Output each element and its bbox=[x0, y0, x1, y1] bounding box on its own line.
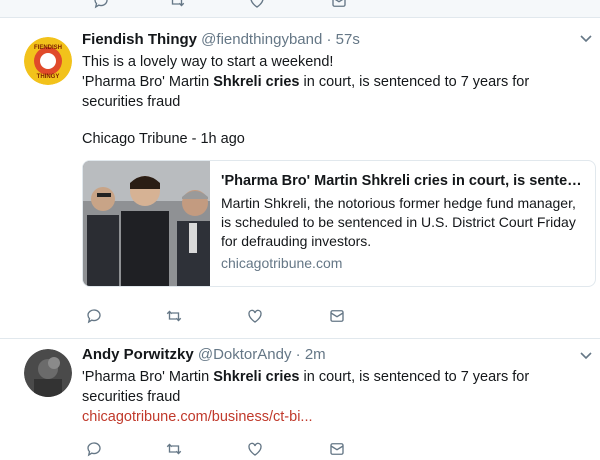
like-icon[interactable] bbox=[248, 0, 266, 10]
card-domain[interactable]: chicagotribune.com bbox=[221, 255, 587, 271]
reply-icon[interactable] bbox=[85, 440, 103, 458]
dm-icon[interactable] bbox=[328, 307, 346, 325]
card-description: Martin Shkreli, the notorious former hed… bbox=[221, 195, 576, 249]
retweet-icon[interactable] bbox=[165, 440, 183, 458]
body-pre: 'Pharma Bro' Martin bbox=[82, 369, 214, 385]
timestamp[interactable]: 2m bbox=[305, 346, 326, 363]
tweet-text: 'Pharma Bro' Martin Shkreli cries in cou… bbox=[82, 367, 582, 427]
card-body: 'Pharma Bro' Martin Shkreli cries in cou… bbox=[221, 173, 587, 271]
body-pre: 'Pharma Bro' Martin bbox=[82, 74, 214, 90]
tweet[interactable]: Andy Porwitzky @DoktorAndy · 2m 'Pharma … bbox=[0, 340, 600, 460]
body-highlight: Shkreli cries bbox=[213, 369, 300, 385]
timestamp[interactable]: 57s bbox=[336, 31, 360, 48]
card-title[interactable]: 'Pharma Bro' Martin Shkreli cries in cou… bbox=[221, 173, 587, 189]
dm-icon[interactable] bbox=[330, 0, 348, 10]
like-icon[interactable] bbox=[246, 440, 264, 458]
username[interactable]: @fiendthingyband bbox=[201, 31, 322, 48]
tweet-actions bbox=[82, 307, 382, 327]
like-icon[interactable] bbox=[246, 307, 264, 325]
previous-tweet-strip bbox=[0, 0, 600, 18]
caret-down-icon[interactable] bbox=[580, 35, 592, 43]
display-name[interactable]: Andy Porwitzky bbox=[82, 346, 194, 363]
dm-icon[interactable] bbox=[328, 440, 346, 458]
avatar-logo-text-bottom: THINGY bbox=[37, 74, 60, 80]
retweet-icon[interactable] bbox=[168, 0, 186, 10]
card-image bbox=[83, 161, 210, 286]
avatar-logo-text-top: FIENDISH bbox=[34, 45, 62, 51]
tweet[interactable]: FIENDISH THINGY Fiendish Thingy @fiendth… bbox=[0, 19, 600, 339]
separator-dot: · bbox=[295, 346, 301, 363]
tweet-text: This is a lovely way to start a weekend!… bbox=[82, 52, 582, 112]
tweet-header: Fiendish Thingy @fiendthingyband · 57s bbox=[82, 31, 360, 48]
reply-icon[interactable] bbox=[85, 307, 103, 325]
display-name[interactable]: Fiendish Thingy bbox=[82, 31, 197, 48]
link-card[interactable]: 'Pharma Bro' Martin Shkreli cries in cou… bbox=[82, 160, 596, 287]
tweet-link[interactable]: chicagotribune.com/business/ct-bi... bbox=[82, 407, 582, 427]
tweet-header: Andy Porwitzky @DoktorAndy · 2m bbox=[82, 346, 326, 363]
tweet-intro: This is a lovely way to start a weekend! bbox=[82, 54, 334, 70]
body-highlight: Shkreli cries bbox=[213, 74, 300, 90]
tweet-body: 'Pharma Bro' Martin Shkreli cries in cou… bbox=[82, 367, 582, 407]
avatar[interactable]: FIENDISH THINGY bbox=[24, 37, 72, 85]
tweet-actions bbox=[82, 440, 382, 460]
avatar[interactable] bbox=[24, 349, 72, 397]
retweet-icon[interactable] bbox=[165, 307, 183, 325]
reply-icon[interactable] bbox=[92, 0, 110, 10]
source-line: Chicago Tribune - 1h ago bbox=[82, 131, 245, 147]
username[interactable]: @DoktorAndy bbox=[198, 346, 292, 363]
separator-dot: · bbox=[326, 31, 332, 48]
previous-tweet-actions bbox=[84, 0, 346, 10]
tweet-body: 'Pharma Bro' Martin Shkreli cries in cou… bbox=[82, 72, 582, 112]
caret-down-icon[interactable] bbox=[580, 352, 592, 360]
